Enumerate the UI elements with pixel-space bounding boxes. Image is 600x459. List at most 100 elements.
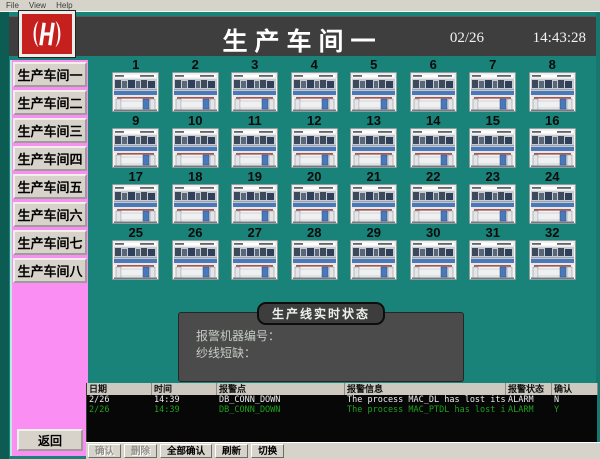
knitting-machine-icon bbox=[231, 128, 278, 168]
machine-cell-19[interactable]: 19 bbox=[225, 170, 285, 224]
machine-number: 20 bbox=[307, 170, 321, 184]
machine-number: 10 bbox=[188, 114, 202, 128]
ack-all-button[interactable]: 全部确认 bbox=[160, 444, 212, 458]
knitting-machine-icon bbox=[172, 72, 219, 112]
sidebar-item-workshop-1[interactable]: 生产车间一 bbox=[13, 62, 87, 87]
knitting-machine-icon bbox=[410, 240, 457, 280]
machine-cell-18[interactable]: 18 bbox=[166, 170, 226, 224]
knitting-machine-icon bbox=[172, 184, 219, 224]
bottom-action-bar: 确认删除全部确认刷新切换 bbox=[86, 442, 600, 459]
machine-cell-10[interactable]: 10 bbox=[166, 114, 226, 168]
machine-cell-30[interactable]: 30 bbox=[404, 226, 464, 280]
knitting-machine-icon bbox=[350, 184, 397, 224]
machine-cell-6[interactable]: 6 bbox=[404, 58, 464, 112]
ack-button[interactable]: 确认 bbox=[88, 444, 121, 458]
alarm-table-row[interactable]: 2/26 14:39 DB_CONN_DOWN The process MAC_… bbox=[87, 395, 597, 405]
header-time: 14:43:28 bbox=[533, 30, 586, 47]
sidebar-pink-panel bbox=[12, 285, 88, 427]
machine-cell-24[interactable]: 24 bbox=[523, 170, 583, 224]
cell-date: 2/26 bbox=[87, 405, 152, 415]
machine-cell-7[interactable]: 7 bbox=[463, 58, 523, 112]
machine-number: 26 bbox=[188, 226, 202, 240]
cell-time: 14:39 bbox=[152, 395, 217, 405]
col-alarm-message: 报警信息 bbox=[345, 383, 506, 395]
machine-cell-28[interactable]: 28 bbox=[285, 226, 345, 280]
machine-cell-23[interactable]: 23 bbox=[463, 170, 523, 224]
alarm-table-header: 日期 时间 报警点 报警信息 报警状态 确认 bbox=[87, 383, 597, 395]
return-button[interactable]: 返回 bbox=[17, 429, 83, 451]
sidebar-item-workshop-2[interactable]: 生产车间二 bbox=[13, 90, 87, 115]
machine-cell-5[interactable]: 5 bbox=[344, 58, 404, 112]
sidebar-item-workshop-4[interactable]: 生产车间四 bbox=[13, 146, 87, 171]
machine-cell-11[interactable]: 11 bbox=[225, 114, 285, 168]
machine-cell-1[interactable]: 1 bbox=[106, 58, 166, 112]
window-left-border bbox=[0, 12, 9, 459]
delete-button[interactable]: 删除 bbox=[124, 444, 157, 458]
machine-number: 29 bbox=[367, 226, 381, 240]
machine-cell-32[interactable]: 32 bbox=[523, 226, 583, 280]
machine-cell-13[interactable]: 13 bbox=[344, 114, 404, 168]
knitting-machine-icon bbox=[291, 72, 338, 112]
machine-cell-16[interactable]: 16 bbox=[523, 114, 583, 168]
machine-number: 32 bbox=[545, 226, 559, 240]
cell-alarm-status: ALARM bbox=[506, 405, 552, 415]
machine-cell-12[interactable]: 12 bbox=[285, 114, 345, 168]
knitting-machine-icon bbox=[112, 240, 159, 280]
machine-number: 12 bbox=[307, 114, 321, 128]
machine-grid: 1 bbox=[106, 58, 582, 280]
sidebar-item-workshop-8[interactable]: 生产车间八 bbox=[13, 258, 87, 283]
machine-cell-20[interactable]: 20 bbox=[285, 170, 345, 224]
knitting-machine-icon bbox=[172, 128, 219, 168]
machine-number: 6 bbox=[430, 58, 437, 72]
col-alarm-point: 报警点 bbox=[217, 383, 345, 395]
knitting-machine-icon bbox=[410, 128, 457, 168]
machine-number: 1 bbox=[132, 58, 139, 72]
knitting-machine-icon bbox=[112, 184, 159, 224]
col-ack: 确认 bbox=[552, 383, 598, 395]
machine-number: 21 bbox=[367, 170, 381, 184]
machine-cell-29[interactable]: 29 bbox=[344, 226, 404, 280]
knitting-machine-icon bbox=[112, 128, 159, 168]
machine-cell-9[interactable]: 9 bbox=[106, 114, 166, 168]
machine-cell-31[interactable]: 31 bbox=[463, 226, 523, 280]
machine-cell-22[interactable]: 22 bbox=[404, 170, 464, 224]
col-alarm-status: 报警状态 bbox=[506, 383, 552, 395]
sidebar-item-workshop-3[interactable]: 生产车间三 bbox=[13, 118, 87, 143]
realtime-status-panel: 生产线实时状态 报警机器编号： 纱线短缺： bbox=[178, 312, 464, 382]
menu-view[interactable]: View bbox=[29, 1, 46, 10]
machine-cell-17[interactable]: 17 bbox=[106, 170, 166, 224]
machine-cell-4[interactable]: 4 bbox=[285, 58, 345, 112]
machine-cell-26[interactable]: 26 bbox=[166, 226, 226, 280]
machine-number: 5 bbox=[370, 58, 377, 72]
machine-number: 23 bbox=[486, 170, 500, 184]
machine-cell-21[interactable]: 21 bbox=[344, 170, 404, 224]
machine-number: 18 bbox=[188, 170, 202, 184]
alarm-table-row[interactable]: 2/26 14:39 DB_CONN_DOWN The process MAC_… bbox=[87, 405, 597, 415]
sidebar-item-workshop-5[interactable]: 生产车间五 bbox=[13, 174, 87, 199]
switch-button[interactable]: 切换 bbox=[251, 444, 284, 458]
machine-number: 14 bbox=[426, 114, 440, 128]
sidebar-item-workshop-6[interactable]: 生产车间六 bbox=[13, 202, 87, 227]
workshop-sidebar: 生产车间一生产车间二生产车间三生产车间四生产车间五生产车间六生产车间七生产车间八… bbox=[10, 60, 88, 456]
knitting-machine-icon bbox=[291, 184, 338, 224]
machine-cell-27[interactable]: 27 bbox=[225, 226, 285, 280]
machine-cell-25[interactable]: 25 bbox=[106, 226, 166, 280]
cell-alarm-message: The process MAC_PTDL has lost its... bbox=[345, 405, 506, 415]
refresh-button[interactable]: 刷新 bbox=[215, 444, 248, 458]
col-time: 时间 bbox=[152, 383, 217, 395]
knitting-machine-icon bbox=[469, 128, 516, 168]
machine-cell-3[interactable]: 3 bbox=[225, 58, 285, 112]
machine-number: 13 bbox=[367, 114, 381, 128]
knitting-machine-icon bbox=[231, 72, 278, 112]
knitting-machine-icon bbox=[529, 128, 576, 168]
menu-help[interactable]: Help bbox=[56, 1, 72, 10]
machine-cell-14[interactable]: 14 bbox=[404, 114, 464, 168]
sidebar-item-workshop-7[interactable]: 生产车间七 bbox=[13, 230, 87, 255]
machine-cell-8[interactable]: 8 bbox=[523, 58, 583, 112]
machine-cell-15[interactable]: 15 bbox=[463, 114, 523, 168]
machine-number: 16 bbox=[545, 114, 559, 128]
sidebar-nav: 生产车间一生产车间二生产车间三生产车间四生产车间五生产车间六生产车间七生产车间八 bbox=[12, 61, 88, 285]
machine-cell-2[interactable]: 2 bbox=[166, 58, 226, 112]
menu-file[interactable]: File bbox=[6, 1, 19, 10]
machine-number: 4 bbox=[311, 58, 318, 72]
